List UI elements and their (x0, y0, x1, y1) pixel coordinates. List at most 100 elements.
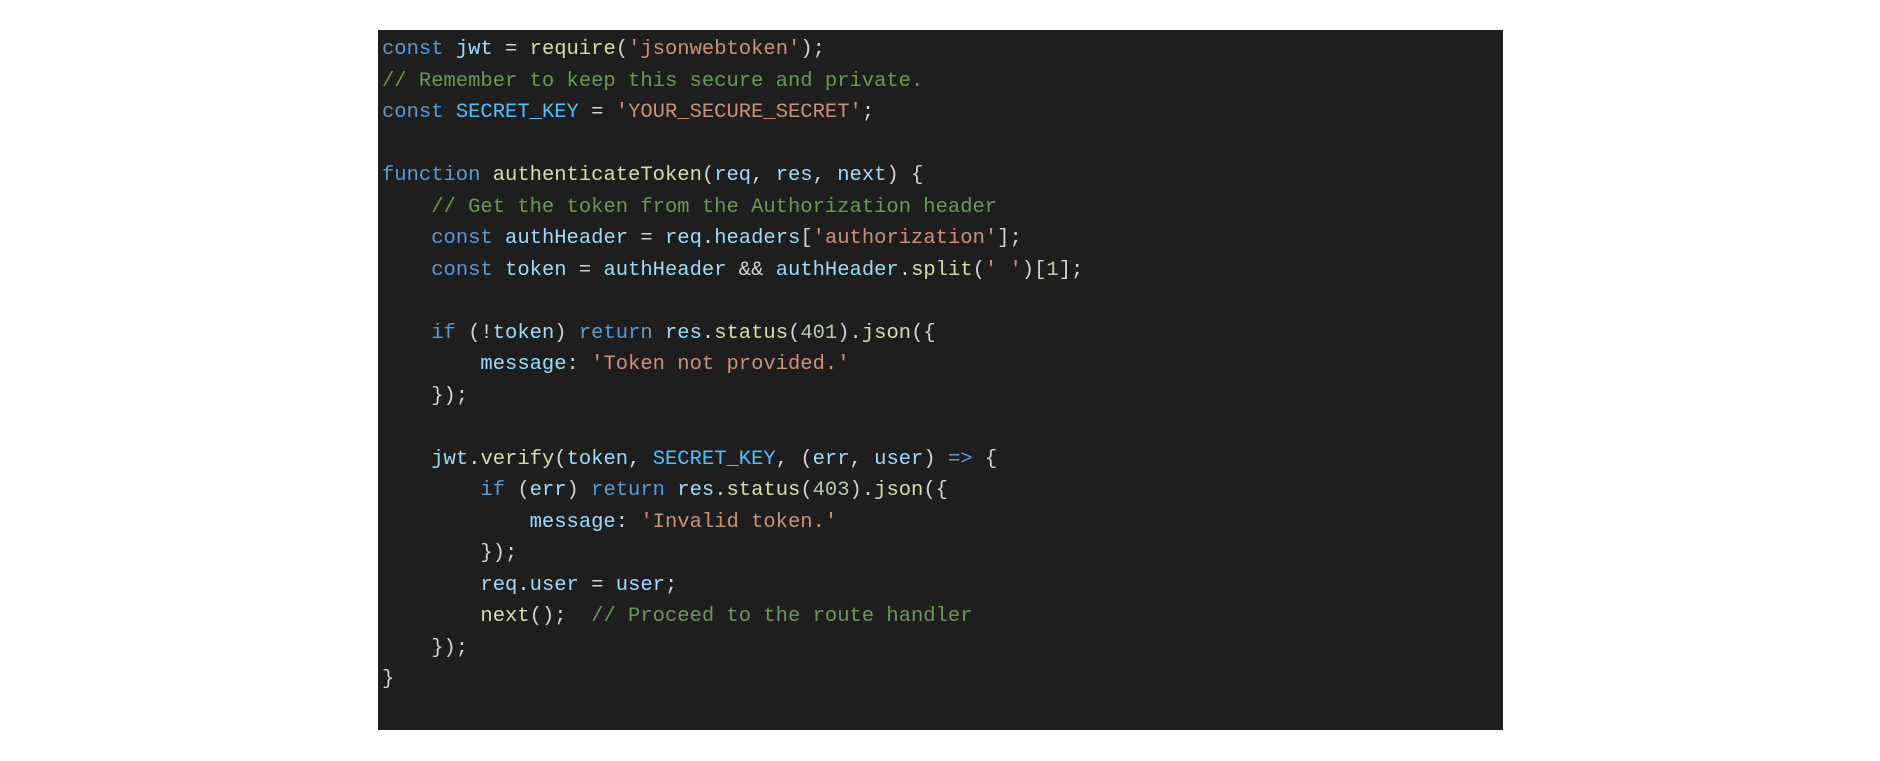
code-token: jwt (431, 448, 468, 471)
code-token: next (837, 164, 886, 187)
code-token: json (874, 479, 923, 502)
code-token (480, 164, 492, 187)
code-token (382, 574, 480, 597)
code-token: = (579, 101, 616, 124)
code-token: 'YOUR_SECURE_SECRET' (616, 101, 862, 124)
code-token: 401 (800, 322, 837, 345)
code-token: [ (800, 227, 812, 250)
code-token: req (665, 227, 702, 250)
code-token: }); (382, 385, 468, 408)
code-token: SECRET_KEY (653, 448, 776, 471)
code-token: status (727, 479, 801, 502)
code-token: verify (480, 448, 554, 471)
code-content: const jwt = require ( 'jsonwebtoken'); // … (378, 30, 1503, 696)
code-token: ; (862, 101, 874, 124)
code-token: . (702, 322, 714, 345)
code-token: message (480, 353, 566, 376)
code-token: . (468, 448, 480, 471)
code-token: ) { (886, 164, 923, 187)
code-token: const (431, 259, 493, 282)
code-token: ( (973, 259, 985, 282)
code-token: return (591, 479, 665, 502)
code-token: authHeader (505, 227, 628, 250)
code-token: ) (554, 322, 579, 345)
code-token: ( (505, 479, 530, 502)
code-token: , (628, 448, 653, 471)
code-token: 'Invalid token.' (640, 511, 837, 534)
code-token: )[ (1022, 259, 1047, 282)
code-token (665, 479, 677, 502)
code-token: ( (702, 164, 714, 187)
code-token: ( (800, 479, 812, 502)
code-token: . (899, 259, 911, 282)
code-token (382, 322, 431, 345)
code-token: ). (837, 322, 862, 345)
code-token: token (493, 322, 555, 345)
code-token: json (862, 322, 911, 345)
code-token: = (628, 227, 665, 250)
code-token: res (677, 479, 714, 502)
code-token: : (616, 511, 641, 534)
code-token (382, 605, 480, 628)
code-token (444, 101, 456, 124)
code-token: message (530, 511, 616, 534)
code-token (382, 196, 431, 219)
code-token: res (776, 164, 813, 187)
code-token: , (813, 164, 838, 187)
code-token: ' ' (985, 259, 1022, 282)
code-token: ]; (1059, 259, 1084, 282)
code-token: // Remember to keep this secure and priv… (382, 70, 923, 93)
code-token: err (813, 448, 850, 471)
code-token (382, 227, 431, 250)
code-token: 1 (1046, 259, 1058, 282)
code-token: err (530, 479, 567, 502)
code-token: 'authorization' (813, 227, 998, 250)
code-token: user (530, 574, 579, 597)
code-token: authHeader (776, 259, 899, 282)
code-token: // Get the token from the Authorization … (431, 196, 997, 219)
code-token: : (567, 353, 592, 376)
code-token: res (665, 322, 702, 345)
code-token: }); (382, 637, 468, 660)
code-token: ); (800, 38, 825, 61)
code-token: require (530, 38, 616, 61)
code-token: user (874, 448, 923, 471)
code-token: { (973, 448, 998, 471)
code-token: ( (554, 448, 566, 471)
code-editor-block: const jwt = require ( 'jsonwebtoken'); // … (378, 30, 1503, 730)
code-token: 403 (813, 479, 850, 502)
code-token: next (480, 605, 529, 628)
code-token: 'jsonwebtoken' (628, 38, 800, 61)
code-token (493, 227, 505, 250)
code-token: user (616, 574, 665, 597)
code-token (382, 259, 431, 282)
code-token: (! (456, 322, 493, 345)
code-token: token (567, 448, 629, 471)
code-token: return (579, 322, 653, 345)
code-token: const (382, 101, 444, 124)
code-token: ) (567, 479, 592, 502)
code-token: ). (850, 479, 875, 502)
code-token: if (480, 479, 505, 502)
code-token: . (714, 479, 726, 502)
code-token (382, 511, 530, 534)
code-token: }); (382, 542, 517, 565)
code-token: authenticateToken (493, 164, 702, 187)
code-token: status (714, 322, 788, 345)
code-token: ; (665, 574, 677, 597)
code-token: , ( (776, 448, 813, 471)
code-token: = (579, 574, 616, 597)
code-token: = (567, 259, 604, 282)
code-token: ) (923, 448, 948, 471)
code-token: ]; (997, 227, 1022, 250)
code-token (493, 259, 505, 282)
code-token (444, 38, 456, 61)
code-token: , (850, 448, 875, 471)
code-token: // Proceed to the route handler (591, 605, 972, 628)
code-token: SECRET_KEY (456, 101, 579, 124)
code-token: headers (714, 227, 800, 250)
code-token: , (751, 164, 776, 187)
code-token: ({ (911, 322, 936, 345)
code-token: . (517, 574, 529, 597)
code-token: => (948, 448, 973, 471)
